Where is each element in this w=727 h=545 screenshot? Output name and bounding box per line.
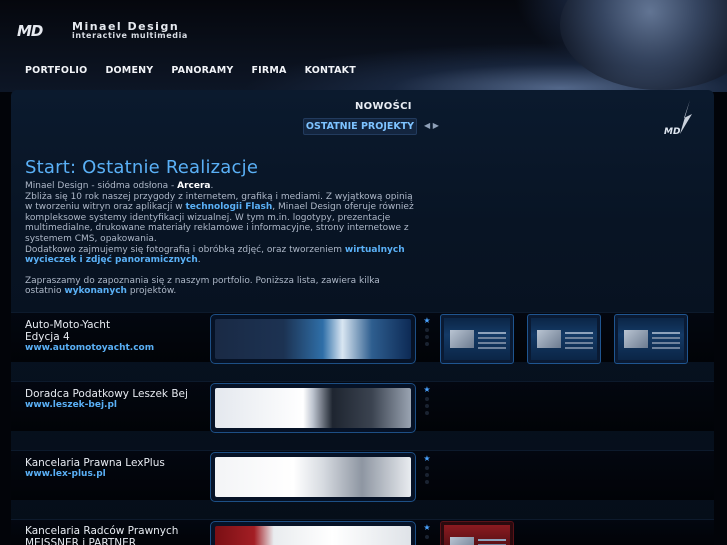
project-preview[interactable] [210,383,416,433]
intro-para3-rest: projektów. [126,286,177,297]
dot-icon[interactable] [425,397,429,401]
svg-text:MD: MD [664,127,681,137]
nav-item-kontakt[interactable]: KONTAKT [305,65,356,76]
dot-icon[interactable] [425,473,429,477]
star-icon[interactable]: ★ [423,317,430,325]
tab-news[interactable]: NOWOŚCI [355,101,412,112]
project-link[interactable]: www.leszek-bej.pl [25,400,117,410]
dot-icon[interactable] [425,535,429,539]
intro-line1: Minael Design - siódma odsłona - [25,181,178,191]
dot-icon[interactable] [425,335,429,339]
project-thumbnail[interactable] [527,314,601,364]
thumbnail-image [531,318,597,360]
project-subtitle: Edycja 4 [25,331,70,343]
dot-icon[interactable] [425,328,429,332]
preview-dots: ★ [422,317,432,346]
project-preview[interactable] [210,452,416,502]
project-title: Kancelaria Radców Prawnych [25,525,179,537]
site-header: MD Minael Design interactive multimedia … [0,0,727,92]
nav-item-domeny[interactable]: DOMENY [105,65,153,76]
brand-mark[interactable]: MD [17,23,63,39]
preview-dots: ★ [422,524,432,539]
project-row: Auto-Moto-Yacht Edycja 4 www.automotoyac… [11,312,714,364]
nav-item-panoramy[interactable]: PANORAMY [171,65,233,76]
preview-image [215,457,411,497]
preview-dots: ★ [422,455,432,484]
thumbnail-image [444,525,510,545]
project-row: Doradca Podatkowy Leszek Bej www.leszek-… [11,381,714,433]
preview-image [215,388,411,428]
project-link[interactable]: www.automotoyacht.com [25,343,154,353]
preview-dots: ★ [422,386,432,415]
project-row: Kancelaria Prawna LexPlus www.lex-plus.p… [11,450,714,502]
intro-text: Minael Design - siódma odsłona - Arcera.… [25,181,415,307]
dot-icon[interactable] [425,466,429,470]
corner-logo-icon: MD [664,100,692,137]
dot-icon[interactable] [425,404,429,408]
project-row: Kancelaria Radców Prawnych MEISSNER i PA… [11,519,714,545]
project-thumbnail[interactable] [440,521,514,545]
project-thumbnail[interactable] [440,314,514,364]
nav-item-firma[interactable]: FIRMA [251,65,286,76]
tab-recent-projects[interactable]: OSTATNIE PROJEKTY [303,118,417,135]
page-title: Start: Ostatnie Realizacje [25,157,259,178]
nav-item-portfolio[interactable]: PORTFOLIO [25,65,87,76]
completed-link[interactable]: wykonanych [64,286,127,296]
star-icon[interactable]: ★ [423,455,430,463]
project-preview[interactable] [210,314,416,364]
dot-icon[interactable] [425,411,429,415]
project-title: Kancelaria Prawna LexPlus [25,457,165,469]
tab-arrows-icon[interactable]: ◀ ▶ [424,121,439,130]
intro-dot: . [210,181,214,191]
project-thumbnail[interactable] [614,314,688,364]
dot-icon[interactable] [425,342,429,346]
dot-icon[interactable] [425,480,429,484]
intro-para2: Dodatkowo zajmujemy się fotografią i obr… [25,244,345,255]
star-icon[interactable]: ★ [423,386,430,394]
star-icon[interactable]: ★ [423,524,430,532]
main-nav: PORTFOLIO DOMENY PANORAMY FIRMA KONTAKT [25,65,374,76]
preview-image [215,319,411,359]
intro-version-name: Arcera [177,181,211,191]
thumbnail-image [618,318,684,360]
planet-graphic [560,0,727,90]
project-subtitle: MEISSNER i PARTNER [25,537,137,545]
project-preview[interactable] [210,521,416,545]
brand-tagline: interactive multimedia [72,31,188,40]
project-title: Auto-Moto-Yacht [25,319,111,331]
preview-image [215,526,411,545]
project-title: Doradca Podatkowy Leszek Bej [25,388,188,400]
thumbnail-image [444,318,510,360]
flash-link[interactable]: technologii Flash [185,202,272,212]
intro-para2-rest: . [197,255,201,266]
project-link[interactable]: www.lex-plus.pl [25,469,106,479]
